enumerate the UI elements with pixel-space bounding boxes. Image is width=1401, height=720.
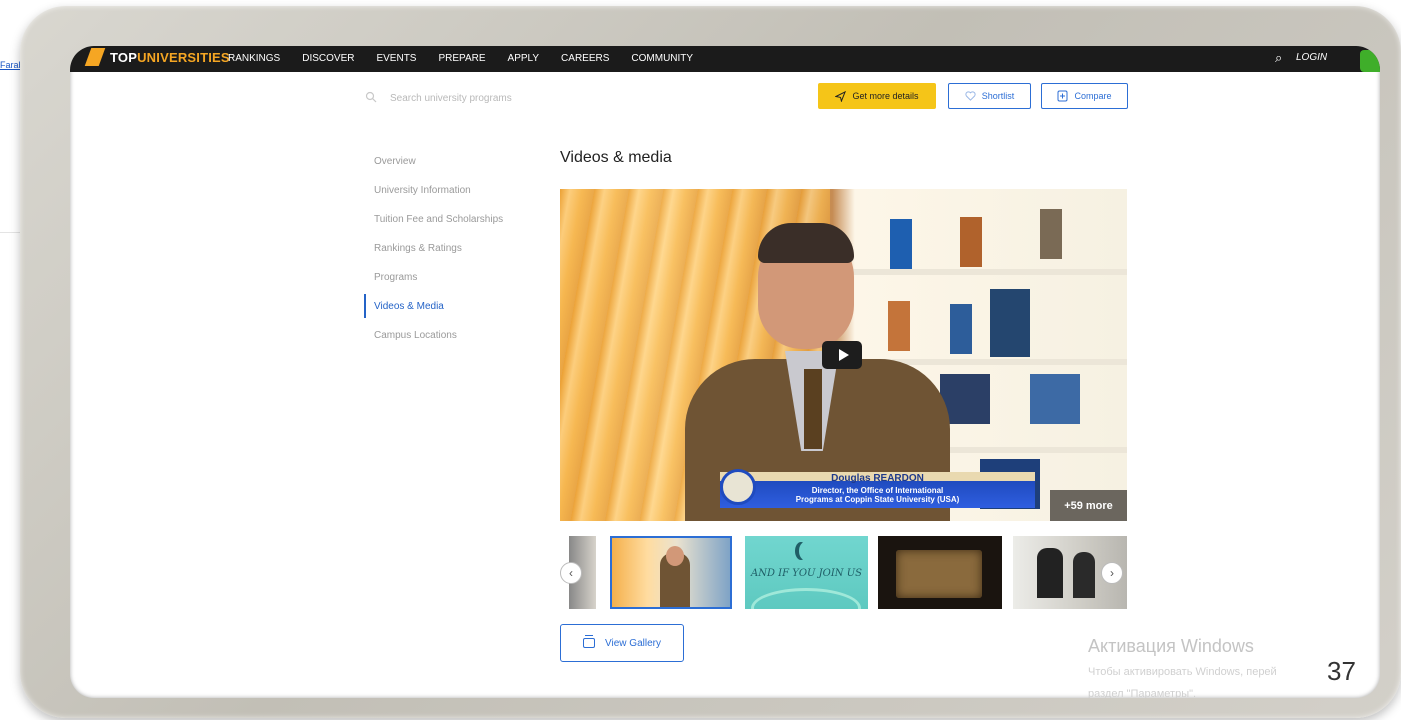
speaker-caption: Director, the Office of International Pr… [720,486,1035,504]
compare-button[interactable]: Compare [1041,83,1128,109]
more-media-badge[interactable]: +59 more [1050,490,1127,521]
thumbnail-arc [751,588,861,609]
thumbnail-text: AND IF YOU JOIN US [750,568,862,579]
logo-part-top: TOP [110,50,138,65]
nav-link-discover[interactable]: DISCOVER [302,53,354,64]
nav-link-rankings[interactable]: RANKINGS [228,53,280,64]
windows-activation-title: Активация Windows [1088,636,1254,656]
compare-label: Compare [1074,91,1112,101]
menu-item-tuition[interactable]: Tuition Fee and Scholarships [364,214,503,243]
video-book [950,304,972,354]
search-icon[interactable]: ⌕ [1275,50,1282,66]
logo-mark-icon [84,48,106,66]
menu-item-university-information[interactable]: University Information [364,185,503,214]
side-menu: Overview University Information Tuition … [364,156,503,359]
screenshot-area: TOPUNIVERSITIES RANKINGS DISCOVER EVENTS… [70,46,1380,698]
top-nav-bar: TOPUNIVERSITIES RANKINGS DISCOVER EVENTS… [70,46,1380,72]
speaker-caption-line-2: Programs at Coppin State University (USA… [795,495,960,504]
site-logo[interactable]: TOPUNIVERSITIES [110,50,230,65]
video-book [888,301,910,351]
thumbnail-person [1037,548,1063,598]
nav-links: RANKINGS DISCOVER EVENTS PREPARE APPLY C… [228,53,693,64]
video-person-tie [804,369,822,449]
video-book [1030,374,1080,424]
nav-link-community[interactable]: COMMUNITY [631,53,693,64]
view-gallery-button[interactable]: View Gallery [560,624,684,662]
compare-icon [1057,90,1068,102]
login-link[interactable]: LOGIN [1296,52,1327,63]
old-book-image [896,550,982,598]
chevron-left-icon[interactable]: ‹ [560,562,582,584]
thumbnail-figure-head [666,546,684,566]
video-shelf [840,269,1127,275]
menu-item-videos-media[interactable]: Videos & Media [364,294,503,330]
university-seal-icon [720,469,756,505]
section-heading: Videos & media [560,149,672,166]
thumbnail-carousel: AND IF YOU JOIN US ‹ › [560,536,1127,611]
windows-activation-line-1: Чтобы активировать Windows, перей [1088,666,1277,678]
menu-item-programs[interactable]: Programs [364,272,503,301]
logo-part-universities: UNIVERSITIES [137,50,230,65]
nav-accent-block [1360,50,1380,72]
video-book [890,219,912,269]
video-person-hair [758,223,854,263]
thumbnail-selected[interactable] [610,536,732,609]
windows-activation-line-2: раздел "Параметры". [1088,688,1197,698]
video-player[interactable]: Douglas REARDON Director, the Office of … [560,189,1127,521]
menu-item-rankings[interactable]: Rankings & Ratings [364,243,503,272]
video-lower-third: Douglas REARDON Director, the Office of … [720,472,1035,508]
gallery-icon [583,635,596,648]
menu-item-campus-locations[interactable]: Campus Locations [364,330,503,359]
program-search-input[interactable] [388,87,552,109]
video-book [990,289,1030,357]
slide-picture-frame: TOPUNIVERSITIES RANKINGS DISCOVER EVENTS… [20,6,1401,718]
chevron-right-icon[interactable]: › [1101,562,1123,584]
thumbnail-animation[interactable]: AND IF YOU JOIN US [745,536,868,609]
shortlist-button[interactable]: Shortlist [948,83,1031,109]
play-button[interactable] [822,341,862,369]
menu-item-overview[interactable]: Overview [364,156,503,185]
nav-link-careers[interactable]: CAREERS [561,53,609,64]
video-book [960,217,982,267]
thumbnail-book[interactable] [878,536,1002,609]
heart-icon [965,91,976,101]
get-more-details-button[interactable]: Get more details [818,83,936,109]
play-icon [838,349,849,361]
moon-icon [799,542,811,560]
nav-link-apply[interactable]: APPLY [508,53,540,64]
shortlist-label: Shortlist [981,91,1015,101]
speaker-name: Douglas REARDON [831,473,924,484]
thumbnail-person [1073,552,1095,598]
get-more-details-label: Get more details [852,91,919,101]
speaker-caption-line-1: Director, the Office of International [811,486,944,495]
video-book [1040,209,1062,259]
nav-link-events[interactable]: EVENTS [376,53,416,64]
program-search-icon [365,91,379,105]
nav-link-prepare[interactable]: PREPARE [438,53,485,64]
send-icon [835,90,847,102]
slide-number: 37 [1327,656,1356,686]
view-gallery-label: View Gallery [605,637,661,649]
